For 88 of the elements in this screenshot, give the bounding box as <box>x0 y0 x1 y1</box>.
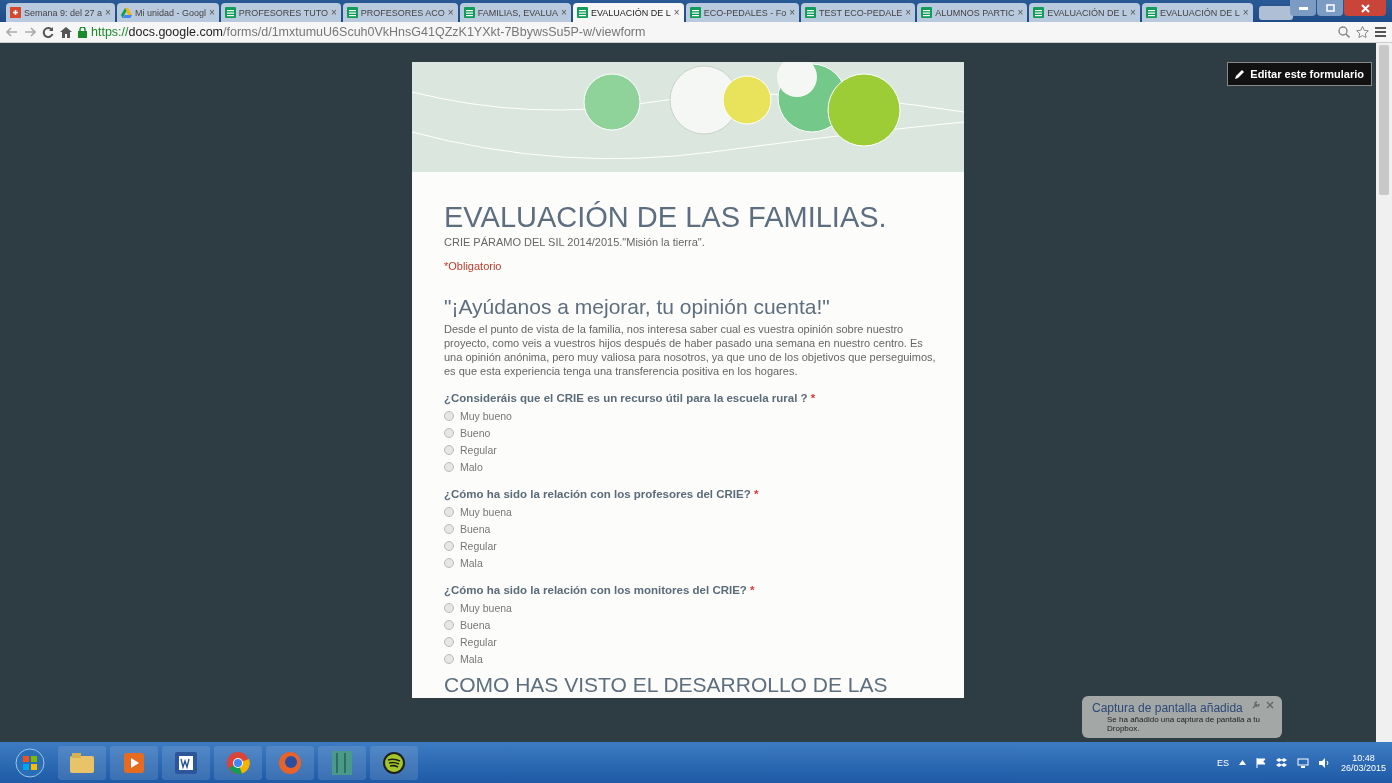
maximize-icon <box>1325 4 1335 12</box>
speaker-icon[interactable] <box>1318 757 1331 768</box>
wrench-icon[interactable] <box>1252 701 1260 709</box>
network-icon[interactable] <box>1296 757 1309 768</box>
close-tab-icon[interactable]: × <box>1017 7 1024 18</box>
close-tab-icon[interactable]: × <box>1242 7 1249 18</box>
spreadsheet-icon <box>463 7 475 18</box>
document-icon[interactable] <box>175 751 197 774</box>
close-icon <box>1360 3 1370 13</box>
close-tab-icon[interactable]: × <box>561 7 567 18</box>
new-tab-button[interactable] <box>1258 6 1293 20</box>
spreadsheet-icon <box>689 7 701 18</box>
spreadsheet-icon <box>805 7 816 18</box>
clock[interactable]: 10:48 26/03/2015 <box>1340 752 1386 773</box>
plus-icon <box>10 7 21 18</box>
notification-message: Se ha añadido una captura de pantalla a tu Dropbox. <box>1107 715 1261 733</box>
folder-icon[interactable] <box>70 752 94 773</box>
radio-option[interactable]: Regular <box>444 442 942 457</box>
close-icon[interactable] <box>1266 701 1274 709</box>
close-tab-icon[interactable]: × <box>905 7 912 18</box>
back-icon[interactable] <box>6 27 18 37</box>
edit-form-button[interactable]: Editar este formulario <box>1227 62 1372 86</box>
form-title: EVALUACIÓN DE LAS FAMILIAS. <box>444 200 888 234</box>
notification-title: Captura de pantalla añadida <box>1092 701 1243 715</box>
spreadsheet-icon <box>1145 7 1157 18</box>
radio-option[interactable]: Mala <box>444 651 942 666</box>
browser-tab[interactable]: EVALUACIÓN DE L × <box>572 3 684 22</box>
flag-icon[interactable] <box>1255 757 1266 768</box>
scrollbar-thumb[interactable] <box>1379 45 1389 195</box>
play-icon[interactable] <box>124 752 144 773</box>
spreadsheet-icon <box>346 7 358 18</box>
radio-option[interactable]: Regular <box>444 634 942 649</box>
close-tab-icon[interactable]: × <box>208 7 215 18</box>
section-description: Desde el punto de vista de la familia, nos interesa saber cual es vuestra opinión sobre nuestro proyecto, como veis a vuestros hijos después de haber pasado una semana en nuestro centro. Es una opinión anónima, pero muy valiosa para nosotros, ya que uno de los objetivos que perseguimos, es que esta experiencia tenga una transferencia positiva en los hogares. <box>444 322 937 378</box>
browser-tab[interactable]: ECO-PEDALES - Fo × <box>685 3 799 22</box>
star-icon[interactable] <box>1356 26 1369 38</box>
pencil-icon <box>1235 69 1246 79</box>
close-tab-icon[interactable]: × <box>789 7 795 18</box>
spreadsheet-icon <box>921 7 933 18</box>
radio-option[interactable]: Buena <box>444 521 942 536</box>
close-tab-icon[interactable]: × <box>105 7 111 18</box>
question-text: ¿Consideráis que el CRIE es un recurso útil para la escuela rural ? * <box>444 392 817 404</box>
drive-icon <box>120 7 132 18</box>
reload-icon[interactable] <box>42 26 54 38</box>
sound-waves-icon[interactable] <box>382 750 406 775</box>
section-title: "¡Ayúdanos a mejorar, tu opinión cuenta!" <box>444 294 831 320</box>
start-orb-icon[interactable] <box>15 747 45 778</box>
question-text: ¿Cómo ha sido la relación con los monitores del CRIE? * <box>444 584 756 596</box>
close-tab-icon[interactable]: × <box>331 7 337 18</box>
browser-tab[interactable]: PROFESORES ACO × <box>342 3 458 22</box>
radio-option[interactable]: Mala <box>444 555 942 570</box>
show-hidden-icons-icon[interactable] <box>1238 760 1246 765</box>
home-icon[interactable] <box>60 26 72 38</box>
minimize-icon <box>1298 6 1308 10</box>
spreadsheet-icon <box>1033 7 1045 18</box>
menu-icon[interactable] <box>1375 27 1386 37</box>
browser-tab[interactable]: Semana 9: del 27 a × <box>6 3 115 22</box>
lock-icon <box>78 26 87 38</box>
spreadsheet-icon <box>224 7 236 18</box>
browser-tab[interactable]: PROFESORES TUTO × <box>220 3 341 22</box>
radio-option[interactable]: Bueno <box>444 425 942 440</box>
radio-option[interactable]: Muy bueno <box>444 408 942 423</box>
browser-tab[interactable]: FAMILIAS, EVALUA × <box>459 3 571 22</box>
zoom-icon[interactable] <box>1338 26 1350 38</box>
question-text: ¿Cómo ha sido la relación con los profesores del CRIE? * <box>444 488 760 500</box>
required-note: *Obligatorio <box>444 260 503 272</box>
forward-icon[interactable] <box>24 27 36 37</box>
close-tab-icon[interactable]: × <box>447 7 454 18</box>
spreadsheet-icon <box>576 7 588 18</box>
minimize-button[interactable] <box>1290 0 1316 16</box>
maximize-button[interactable] <box>1317 0 1343 16</box>
browser-tab[interactable]: ALUMNOS PARTIC × <box>917 3 1028 22</box>
radio-option[interactable]: Muy buena <box>444 504 942 519</box>
radio-option[interactable]: Regular <box>444 538 942 553</box>
close-tab-icon[interactable]: × <box>673 7 680 18</box>
close-button[interactable] <box>1344 0 1386 16</box>
browser-tab[interactable]: TEST ECO-PEDALE × <box>801 3 916 22</box>
browser-tab[interactable]: EVALUACIÓN DE L × <box>1141 3 1253 22</box>
browser-tab[interactable]: Mi unidad - Googl × <box>116 3 219 22</box>
radio-option[interactable]: Muy buena <box>444 600 942 615</box>
browser-icon[interactable] <box>226 750 250 775</box>
form-subtitle: CRIE PÁRAMO DEL SIL 2014/2015."Misión la tierra". <box>444 236 706 248</box>
browser-tab[interactable]: EVALUACIÓN DE L × <box>1029 3 1140 22</box>
section-title: COMO HAS VISTO EL DESARROLLO DE LAS <box>444 672 889 698</box>
close-tab-icon[interactable]: × <box>1130 7 1136 18</box>
radio-option[interactable]: Malo <box>444 459 942 474</box>
language-indicator[interactable]: ES <box>1216 757 1229 768</box>
radio-option[interactable]: Buena <box>444 617 942 632</box>
